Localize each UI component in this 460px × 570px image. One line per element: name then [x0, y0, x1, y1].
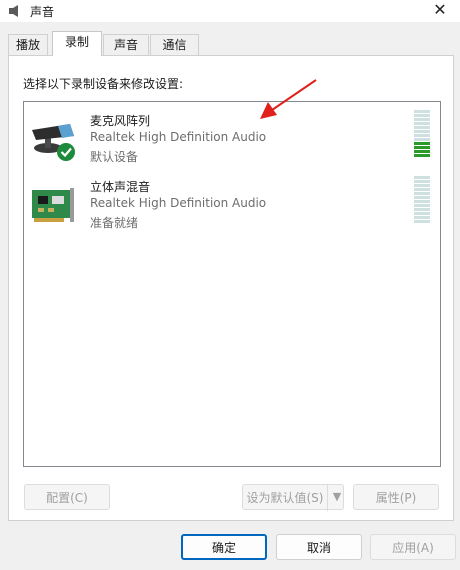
ok-button[interactable]: 确定	[181, 534, 267, 560]
speaker-icon	[9, 5, 18, 17]
meter-segment	[414, 142, 430, 145]
meter-segment	[414, 118, 430, 121]
meter-segment	[414, 114, 430, 117]
default-check-badge	[57, 143, 75, 161]
device-list[interactable]: 麦克风阵列 Realtek High Definition Audio 默认设备…	[23, 101, 441, 467]
meter-segment	[414, 110, 430, 113]
set-default-label: 设为默认值(S)	[246, 491, 324, 505]
meter-segment	[414, 138, 430, 141]
meter-segment	[414, 216, 430, 219]
device-item-stereo-mix[interactable]: 立体声混音 Realtek High Definition Audio 准备就绪	[24, 170, 440, 232]
microphone-icon	[32, 124, 75, 161]
chevron-down-icon[interactable]: ▼	[327, 485, 346, 511]
tab-playback[interactable]: 播放	[8, 34, 48, 55]
title-bar: 声音 ✕	[0, 0, 460, 22]
meter-segment	[414, 212, 430, 215]
device-status: 默认设备	[90, 150, 139, 164]
level-meter	[414, 110, 430, 158]
set-default-button[interactable]: 设为默认值(S) ▼	[242, 484, 346, 511]
meter-segment	[414, 126, 430, 129]
meter-segment	[414, 154, 430, 157]
device-description: Realtek High Definition Audio	[90, 130, 267, 144]
apply-button[interactable]: 应用(A)	[370, 534, 456, 560]
close-button[interactable]: ✕	[420, 0, 460, 22]
device-item-microphone-array[interactable]: 麦克风阵列 Realtek High Definition Audio 默认设备	[24, 104, 440, 166]
close-icon: ✕	[433, 0, 447, 19]
sound-card-icon	[32, 188, 74, 222]
properties-button[interactable]: 属性(P)	[353, 484, 439, 510]
recording-panel: 选择以下录制设备来修改设置: 麦克风阵列 Realtek High Defini…	[8, 55, 454, 521]
window-title: 声音	[30, 5, 55, 19]
meter-segment	[414, 200, 430, 203]
device-status: 准备就绪	[90, 216, 139, 230]
meter-segment	[414, 188, 430, 191]
meter-segment	[414, 176, 430, 179]
configure-button[interactable]: 配置(C)	[24, 484, 110, 510]
meter-segment	[414, 220, 430, 223]
tab-communications[interactable]: 通信	[150, 34, 199, 55]
device-name: 麦克风阵列	[90, 114, 151, 128]
meter-segment	[414, 134, 430, 137]
meter-segment	[414, 196, 430, 199]
meter-segment	[414, 204, 430, 207]
meter-segment	[414, 184, 430, 187]
cancel-button[interactable]: 取消	[276, 534, 362, 560]
instruction-text: 选择以下录制设备来修改设置:	[23, 77, 184, 91]
meter-segment	[414, 192, 430, 195]
meter-segment	[414, 150, 430, 153]
meter-segment	[414, 180, 430, 183]
device-name: 立体声混音	[90, 180, 151, 194]
meter-segment	[414, 146, 430, 149]
meter-segment	[414, 122, 430, 125]
meter-segment	[414, 208, 430, 211]
meter-segment	[414, 130, 430, 133]
level-meter	[414, 176, 430, 224]
tab-recording[interactable]: 录制	[52, 31, 102, 56]
tab-sounds[interactable]: 声音	[103, 34, 149, 55]
device-description: Realtek High Definition Audio	[90, 196, 267, 210]
